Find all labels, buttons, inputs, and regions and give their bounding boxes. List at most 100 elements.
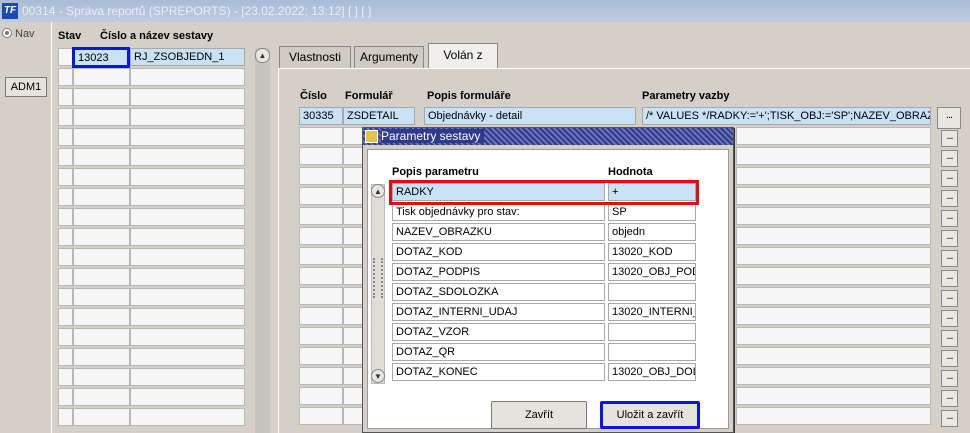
grid-stav-cell[interactable] (58, 268, 73, 286)
param-name-cell[interactable]: DOTAZ_PODPIS (392, 263, 605, 281)
dialog-scroll-up-icon[interactable]: ▲ (371, 184, 385, 198)
binding-params-cell[interactable] (736, 247, 931, 265)
grid-name-cell[interactable] (130, 88, 245, 106)
dots-button[interactable]: ... (941, 330, 958, 347)
grid-stav-cell[interactable] (58, 408, 73, 426)
grid-id-cell[interactable] (73, 108, 130, 126)
dots-button[interactable]: ... (941, 250, 958, 267)
param-value-cell[interactable] (608, 343, 696, 361)
form-number-cell[interactable] (299, 167, 343, 185)
binding-params-cell[interactable] (736, 367, 931, 385)
grid-name-cell[interactable] (130, 348, 245, 366)
binding-params-cell[interactable] (736, 387, 931, 405)
form-name-cell[interactable] (343, 167, 363, 185)
form-number-cell[interactable] (299, 347, 343, 365)
dialog-scroll-down-icon[interactable]: ▼ (371, 369, 385, 383)
binding-params-cell[interactable] (736, 187, 931, 205)
param-value-cell[interactable]: objedn (608, 223, 696, 241)
grid-name-cell[interactable] (130, 368, 245, 386)
form-number-cell[interactable] (299, 287, 343, 305)
param-value-cell[interactable] (608, 283, 696, 301)
grid-stav-cell[interactable] (58, 208, 73, 226)
param-value-cell[interactable] (608, 323, 696, 341)
grid-id-cell[interactable] (73, 368, 130, 386)
binding-params-cell[interactable] (736, 147, 931, 165)
save-close-button[interactable]: Uložit a zavřít (600, 401, 700, 429)
param-name-cell[interactable]: Tisk objednávky pro stav: (392, 203, 605, 221)
form-number-cell[interactable] (299, 187, 343, 205)
close-button[interactable]: Zavřít (491, 401, 587, 429)
grid-name-cell[interactable] (130, 108, 245, 126)
grid-id-cell[interactable] (73, 128, 130, 146)
report-name-cell[interactable]: RJ_ZSOBJEDN_1 (130, 48, 245, 66)
form-description-cell[interactable]: Objednávky - detail (424, 107, 636, 125)
dots-button[interactable]: ... (941, 310, 958, 327)
grid-stav-cell[interactable] (58, 248, 73, 266)
form-name-cell[interactable] (343, 267, 363, 285)
grid-id-cell[interactable] (73, 68, 130, 86)
scroll-up-icon[interactable]: ▲ (255, 48, 270, 63)
form-number-cell[interactable] (299, 407, 343, 425)
param-value-cell[interactable]: 13020_OBJ_DOLO (608, 363, 696, 381)
grid-id-cell[interactable] (73, 148, 130, 166)
grid-id-cell[interactable] (73, 228, 130, 246)
form-name-cell[interactable] (343, 127, 363, 145)
grid-name-cell[interactable] (130, 168, 245, 186)
grid-id-cell[interactable] (73, 268, 130, 286)
dots-button[interactable]: ... (941, 270, 958, 287)
param-name-cell[interactable]: DOTAZ_INTERNI_UDAJ (392, 303, 605, 321)
grid-name-cell[interactable] (130, 308, 245, 326)
dots-button[interactable]: ... (941, 130, 958, 147)
form-number-cell[interactable] (299, 267, 343, 285)
dots-button[interactable]: ... (941, 190, 958, 207)
grid-scrollbar[interactable] (255, 48, 270, 433)
report-id-cell[interactable]: 13023 (72, 47, 130, 68)
grid-name-cell[interactable] (130, 408, 245, 426)
dots-button[interactable]: ... (941, 290, 958, 307)
param-value-cell[interactable]: SP (608, 203, 696, 221)
grid-id-cell[interactable] (73, 388, 130, 406)
binding-params-cell[interactable]: /* VALUES */RADKY:='+';TISK_OBJ:='SP';NA… (642, 107, 931, 125)
grid-name-cell[interactable] (130, 68, 245, 86)
grid-name-cell[interactable] (130, 288, 245, 306)
binding-params-cell[interactable] (736, 347, 931, 365)
form-number-cell[interactable] (299, 147, 343, 165)
grid-name-cell[interactable] (130, 268, 245, 286)
form-name-cell[interactable] (343, 287, 363, 305)
grid-stav-cell[interactable] (58, 68, 73, 86)
form-number-cell[interactable] (299, 327, 343, 345)
tab-volan-z[interactable]: Volán z (428, 43, 498, 71)
binding-params-cell[interactable] (736, 307, 931, 325)
binding-params-cell[interactable] (736, 267, 931, 285)
form-name-cell[interactable] (343, 387, 363, 405)
dots-button[interactable]: ... (941, 410, 958, 427)
dots-button[interactable]: ... (941, 230, 958, 247)
grid-name-cell[interactable] (130, 148, 245, 166)
grid-id-cell[interactable] (73, 88, 130, 106)
grid-name-cell[interactable] (130, 228, 245, 246)
form-number-cell[interactable] (299, 367, 343, 385)
param-value-cell[interactable]: 13020_KOD (608, 243, 696, 261)
param-name-cell[interactable]: DOTAZ_SDOLOZKA (392, 283, 605, 301)
param-value-cell[interactable]: 13020_OBJ_PODI (608, 263, 696, 281)
form-name-cell[interactable] (343, 207, 363, 225)
grid-stav-cell[interactable] (58, 108, 73, 126)
grid-stav-cell[interactable] (58, 308, 73, 326)
grid-stav-cell[interactable] (58, 288, 73, 306)
grid-stav-cell[interactable] (58, 388, 73, 406)
grid-stav-cell[interactable] (58, 188, 73, 206)
grid-name-cell[interactable] (130, 328, 245, 346)
param-name-cell[interactable]: DOTAZ_VZOR (392, 323, 605, 341)
adm-button[interactable]: ADM1 (5, 77, 47, 97)
grid-stav-cell[interactable] (58, 228, 73, 246)
grid-id-cell[interactable] (73, 208, 130, 226)
dots-button[interactable]: ... (941, 170, 958, 187)
form-number-cell[interactable]: 30335 (299, 107, 343, 125)
dots-button[interactable]: ... (941, 210, 958, 227)
form-name-cell[interactable] (343, 347, 363, 365)
binding-params-cell[interactable] (736, 287, 931, 305)
grid-name-cell[interactable] (130, 388, 245, 406)
form-name-cell[interactable] (343, 367, 363, 385)
grid-stav-cell[interactable] (58, 168, 73, 186)
form-number-cell[interactable] (299, 387, 343, 405)
